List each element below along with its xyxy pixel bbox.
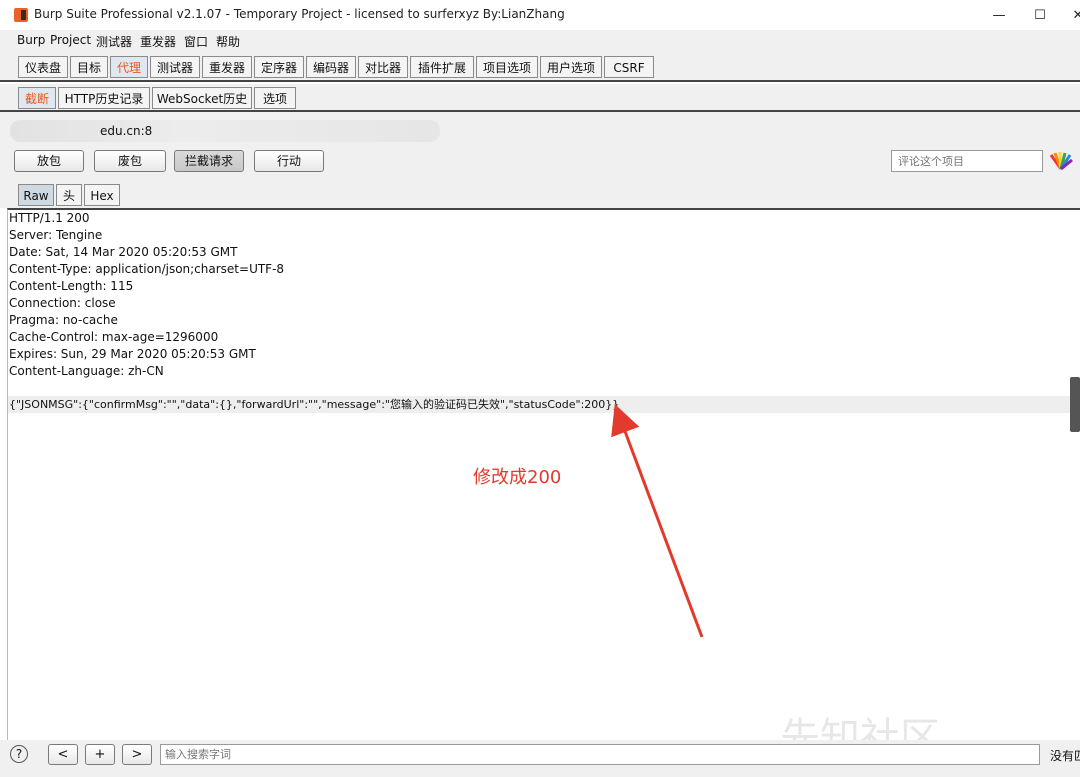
next-match-button[interactable]: > (122, 744, 152, 765)
search-options-button[interactable]: + (85, 744, 115, 765)
match-count-label: 没有匹 (1050, 749, 1080, 763)
search-input[interactable] (160, 744, 1040, 765)
help-icon[interactable]: ? (10, 745, 28, 763)
scrollbar-thumb[interactable] (1070, 377, 1080, 432)
annotation-arrow (611, 403, 704, 638)
previous-match-button[interactable]: < (48, 744, 78, 765)
